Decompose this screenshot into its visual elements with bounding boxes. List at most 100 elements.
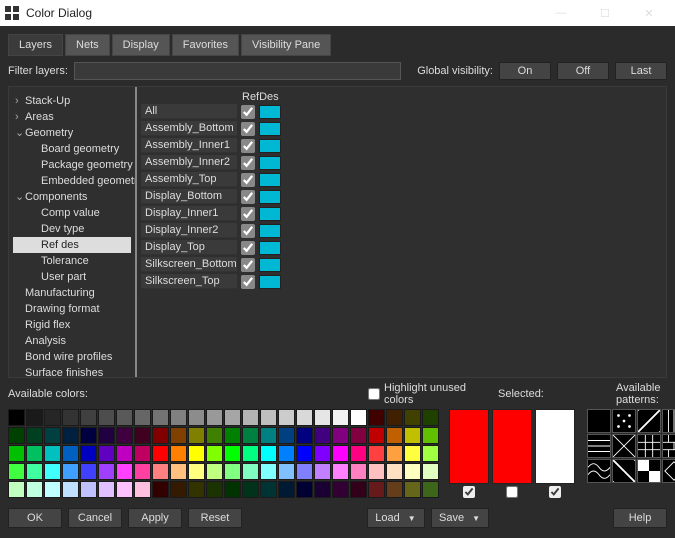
tree-node[interactable]: Manufacturing [13,285,131,301]
color-swatch[interactable] [206,445,223,462]
layer-color-swatch[interactable] [259,275,281,289]
chevron-right-icon[interactable]: › [15,110,25,124]
layer-name[interactable]: Assembly_Bottom [141,121,237,136]
color-swatch[interactable] [26,463,43,480]
color-swatch[interactable] [350,445,367,462]
color-swatch[interactable] [152,445,169,462]
color-swatch[interactable] [260,427,277,444]
color-swatch[interactable] [134,427,151,444]
apply-button[interactable]: Apply [128,508,182,528]
layer-visibility-checkbox[interactable] [241,275,255,289]
layer-visibility-checkbox[interactable] [241,173,255,187]
cancel-button[interactable]: Cancel [68,508,122,528]
color-swatch[interactable] [62,409,79,426]
layer-color-swatch[interactable] [259,241,281,255]
layer-name[interactable]: All [141,104,237,119]
layer-name[interactable]: Display_Inner1 [141,206,237,221]
color-swatch[interactable] [80,463,97,480]
color-swatch[interactable] [8,445,25,462]
layer-color-swatch[interactable] [259,105,281,119]
layer-name[interactable]: Assembly_Inner1 [141,138,237,153]
color-swatch[interactable] [386,409,403,426]
color-swatch[interactable] [134,481,151,498]
selected-color-swatch[interactable] [535,409,575,484]
color-swatch[interactable] [188,481,205,498]
tab-nets[interactable]: Nets [65,34,110,56]
color-swatch[interactable] [206,409,223,426]
color-swatch[interactable] [422,463,439,480]
chevron-down-icon[interactable]: ⌄ [15,190,25,204]
pattern-swatch[interactable] [612,434,636,458]
color-swatch[interactable] [278,481,295,498]
color-swatch[interactable] [116,427,133,444]
global-on-button[interactable]: On [499,62,551,80]
color-swatch[interactable] [116,463,133,480]
color-swatch[interactable] [404,463,421,480]
color-swatch[interactable] [80,409,97,426]
filter-input[interactable] [74,62,401,80]
color-swatch[interactable] [350,481,367,498]
selected-swatch-checkbox[interactable] [506,486,518,498]
color-swatch[interactable] [116,409,133,426]
color-swatch[interactable] [404,481,421,498]
color-swatch[interactable] [170,445,187,462]
layer-color-swatch[interactable] [259,122,281,136]
tree-node[interactable]: Board geometry [13,141,131,157]
color-swatch[interactable] [368,481,385,498]
chevron-right-icon[interactable]: › [15,94,25,108]
layer-visibility-checkbox[interactable] [241,156,255,170]
layer-name[interactable]: Silkscreen_Bottom [141,257,237,272]
color-swatch[interactable] [314,427,331,444]
layer-name[interactable]: Display_Top [141,240,237,255]
color-swatch[interactable] [422,481,439,498]
color-swatch[interactable] [80,445,97,462]
color-swatch[interactable] [116,481,133,498]
color-swatch[interactable] [278,427,295,444]
color-swatch[interactable] [332,445,349,462]
tree-node[interactable]: User part [13,269,131,285]
pattern-swatch[interactable] [662,409,675,433]
color-swatch[interactable] [422,427,439,444]
color-swatch[interactable] [260,481,277,498]
color-swatch[interactable] [314,445,331,462]
color-swatch[interactable] [224,409,241,426]
color-swatch[interactable] [62,481,79,498]
color-swatch[interactable] [98,463,115,480]
color-swatch[interactable] [278,463,295,480]
layer-color-swatch[interactable] [259,224,281,238]
color-swatch[interactable] [170,481,187,498]
color-swatch[interactable] [224,463,241,480]
color-swatch[interactable] [80,481,97,498]
color-swatch[interactable] [224,445,241,462]
color-swatch[interactable] [242,409,259,426]
color-swatch[interactable] [350,409,367,426]
tab-display[interactable]: Display [112,34,170,56]
color-swatch[interactable] [386,427,403,444]
color-swatch[interactable] [80,427,97,444]
tree-node[interactable]: Dev type [13,221,131,237]
color-swatch[interactable] [170,427,187,444]
chevron-down-icon[interactable]: ⌄ [15,126,25,140]
tree-node[interactable]: Surface finishes [13,365,131,377]
tab-layers[interactable]: Layers [8,34,63,56]
color-swatch[interactable] [188,463,205,480]
layer-name[interactable]: Display_Bottom [141,189,237,204]
tree-node[interactable]: ›Areas [13,109,131,125]
layer-name[interactable]: Assembly_Top [141,172,237,187]
color-swatch[interactable] [296,409,313,426]
color-swatch[interactable] [422,445,439,462]
tree-node[interactable]: Embedded geometry [13,173,131,189]
color-swatch[interactable] [314,481,331,498]
selected-color-swatch[interactable] [492,409,532,484]
save-button[interactable]: Save▼ [431,508,489,528]
pattern-swatch[interactable] [587,409,611,433]
color-swatch[interactable] [242,445,259,462]
layer-color-swatch[interactable] [259,190,281,204]
tree-node[interactable]: Comp value [13,205,131,221]
color-swatch[interactable] [242,463,259,480]
color-swatch[interactable] [206,427,223,444]
color-swatch[interactable] [8,409,25,426]
tab-visibility-pane[interactable]: Visibility Pane [241,34,331,56]
reset-button[interactable]: Reset [188,508,242,528]
layer-visibility-checkbox[interactable] [241,105,255,119]
